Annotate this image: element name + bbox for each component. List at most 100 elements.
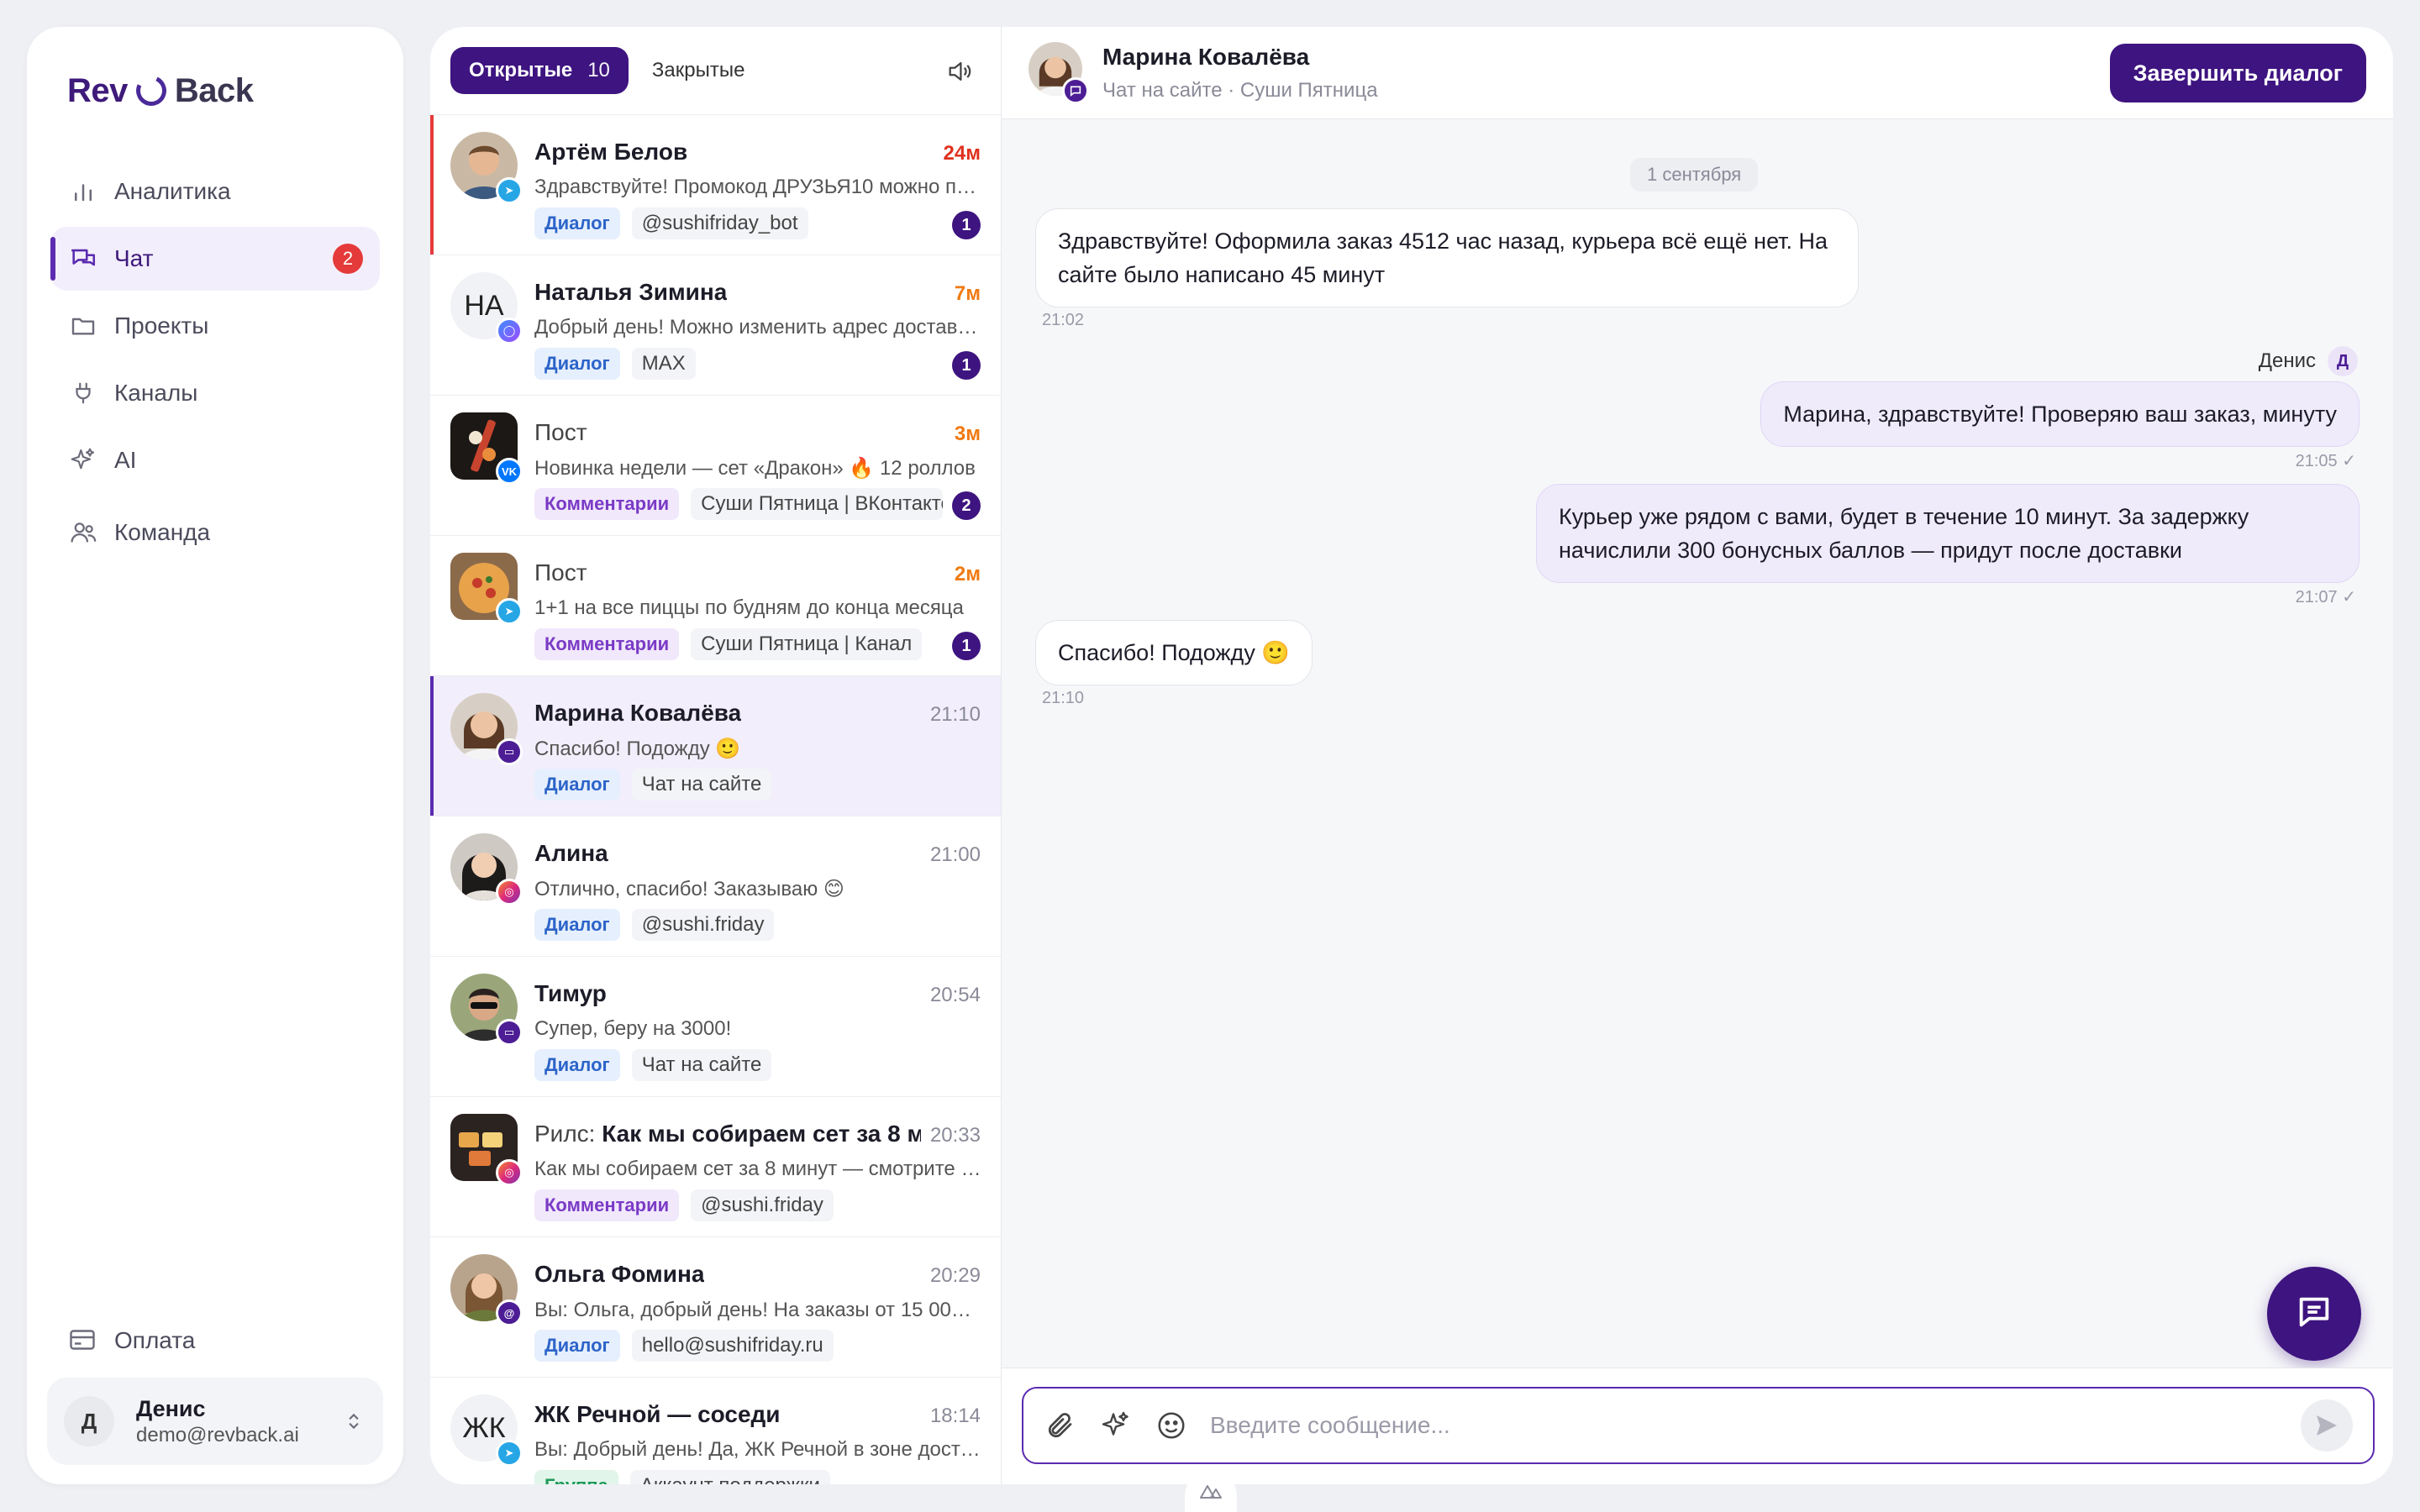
emoji-icon[interactable] [1155, 1409, 1188, 1442]
conversation-name: Рилс: Как мы собираем сет за 8 минут [534, 1121, 921, 1147]
name-prefix: Рилс: [534, 1121, 596, 1147]
sidebar-item-channels[interactable]: Каналы [50, 361, 380, 425]
incoming-message: Здравствуйте! Оформила заказ 4512 час на… [1035, 208, 1859, 307]
type-tag: Диалог [534, 769, 620, 801]
conversation-preview: Добрый день! Можно изменить адрес достав… [534, 316, 981, 339]
chat-contact-name: Марина Ковалёва [1102, 44, 1310, 70]
type-tag: Диалог [534, 207, 620, 239]
message-time: 21:07 ✓ [2295, 588, 2356, 606]
source-tag: Аккаунт поддержки [629, 1470, 830, 1484]
conversation-tags: Комментарии @sushi.friday [534, 1189, 834, 1221]
conversation-time: 3м [954, 423, 981, 445]
logo[interactable]: Rev Back [67, 57, 254, 124]
composer-area [1002, 1368, 2393, 1484]
source-tag: @sushifriday_bot [631, 207, 808, 239]
chat-panel: Марина Ковалёва Чат на сайте · Суши Пятн… [1002, 27, 2393, 1484]
conversation-tags: Диалог MAX [534, 348, 696, 380]
site-chat-icon [1062, 77, 1089, 104]
conversation-tags: Комментарии Суши Пятница | Канал [534, 628, 923, 660]
logo-ring-icon [131, 71, 171, 111]
plug-icon [67, 377, 99, 409]
conversation-item[interactable]: ◎ Алина 21:00 Отлично, спасибо! Заказыва… [430, 816, 1001, 957]
sidebar-item-chat[interactable]: Чат 2 [50, 227, 380, 291]
conversation-item[interactable]: ➤ Артём Белов 24м Здравствуйте! Промокод… [430, 115, 1001, 255]
send-button[interactable] [2301, 1399, 2353, 1452]
source-tag: Чат на сайте [631, 1049, 772, 1081]
conversation-name: Наталья Зимина [534, 279, 728, 305]
type-tag: Группа [534, 1470, 618, 1484]
chat-icon [67, 243, 99, 275]
list-tabs: Открытые 10 Закрытые [430, 27, 1001, 115]
end-dialog-button[interactable]: Завершить диалог [2109, 44, 2366, 102]
conversation-time: 20:29 [929, 1264, 981, 1287]
source-tag: @sushi.friday [691, 1189, 834, 1221]
type-tag: Комментарии [534, 1189, 680, 1221]
unread-count: 2 [952, 491, 981, 520]
conversation-item[interactable]: ▭ Тимур 20:54 Супер, беру на 3000! Диало… [430, 957, 1001, 1097]
sidebar-item-label: Чат [114, 245, 154, 271]
chat-widget-button[interactable] [2267, 1267, 2361, 1361]
sidebar-item-label: Проекты [114, 312, 209, 339]
outgoing-message: Марина, здравствуйте! Проверяю ваш заказ… [1760, 381, 2360, 447]
conversation-time: 20:33 [929, 1124, 981, 1147]
sidebar-item-ai[interactable]: AI [50, 428, 380, 492]
message-sender: Денис Д [2259, 346, 2358, 376]
telegram-icon: ➤ [496, 598, 523, 625]
vk-icon: VK [496, 458, 523, 485]
sidebar-item-billing[interactable]: Оплата [67, 1325, 195, 1357]
conversation-tags: Диалог Чат на сайте [534, 1049, 772, 1081]
sidebar-item-analytics[interactable]: Аналитика [50, 160, 380, 223]
users-icon [67, 517, 99, 549]
conversation-name: Алина [534, 840, 608, 866]
type-tag: Диалог [534, 1049, 620, 1081]
type-tag: Комментарии [534, 488, 680, 520]
conversation-preview: 1+1 на все пиццы по будням до конца меся… [534, 596, 964, 619]
sidebar-item-label: AI [114, 447, 137, 473]
bar-chart-icon [67, 176, 99, 207]
incoming-message: Спасибо! Подожду 🙂 [1035, 620, 1313, 685]
message-time: 21:02 [1042, 311, 1085, 329]
message-time: 21:10 [1042, 689, 1085, 707]
tab-closed[interactable]: Закрытые [652, 59, 745, 82]
conversation-tags: Группа Аккаунт поддержки [534, 1470, 830, 1484]
sparkles-icon [67, 444, 99, 476]
message-input[interactable] [1210, 1412, 2301, 1439]
conversation-tags: Комментарии Суши Пятница | ВКонтакте [534, 488, 944, 520]
sidebar: Rev Back Аналитика Чат 2 Проекты Каналы … [27, 27, 403, 1484]
conversation-time: 21:00 [929, 843, 981, 866]
source-tag: Суши Пятница | ВКонтакте [691, 488, 944, 520]
sidebar-item-label: Команда [114, 519, 211, 545]
sidebar-item-projects[interactable]: Проекты [50, 294, 380, 358]
sender-name: Денис [2258, 349, 2316, 372]
message-time: 21:05 ✓ [2295, 452, 2356, 470]
type-tag: Комментарии [534, 628, 680, 660]
conversation-name: Пост [534, 419, 587, 445]
source-tag: @sushi.friday [631, 909, 775, 941]
paperclip-icon[interactable] [1044, 1409, 1077, 1442]
conversation-item[interactable]: VK Пост 3м Новинка недели — сет «Дракон»… [430, 396, 1001, 536]
site-chat-icon: ▭ [496, 1019, 523, 1046]
conversation-name: ЖК Речной — соседи [534, 1401, 781, 1427]
conversation-item[interactable]: НА ◯ Наталья Зимина 7м Добрый день! Можн… [430, 255, 1001, 396]
conversation-item[interactable]: ➤ Пост 2м 1+1 на все пиццы по будням до … [430, 536, 1001, 676]
conversation-item[interactable]: ЖК ➤ ЖК Речной — соседи 18:14 Вы: Добрый… [430, 1378, 1001, 1484]
unread-badge: 2 [333, 244, 363, 274]
sidebar-item-team[interactable]: Команда [50, 501, 380, 564]
conversation-item[interactable]: ▭ Марина Ковалёва 21:10 Спасибо! Подожду… [430, 676, 1001, 816]
max-messenger-icon: ◯ [496, 318, 523, 344]
tab-open[interactable]: Открытые 10 [450, 47, 629, 94]
conversation-time: 2м [954, 563, 981, 585]
source-tag: hello@sushifriday.ru [631, 1330, 834, 1362]
conversation-tags: Диалог @sushifriday_bot [534, 207, 808, 239]
speaker-icon[interactable] [945, 57, 974, 90]
conversation-item[interactable]: ◎ Рилс: Как мы собираем сет за 8 минут 2… [430, 1097, 1001, 1237]
ai-sparkles-icon[interactable] [1099, 1409, 1133, 1442]
conversation-preview: Спасибо! Подожду 🙂 [534, 738, 741, 760]
user-menu[interactable]: Д Денис demo@revback.ai [47, 1378, 383, 1465]
type-tag: Диалог [534, 1330, 620, 1362]
conversation-item[interactable]: @ Ольга Фомина 20:29 Вы: Ольга, добрый д… [430, 1237, 1001, 1378]
sidebar-item-label: Оплата [114, 1327, 196, 1353]
send-icon [2317, 1415, 2337, 1436]
site-chat-icon: ▭ [496, 738, 523, 765]
instagram-icon: ◎ [496, 879, 523, 906]
